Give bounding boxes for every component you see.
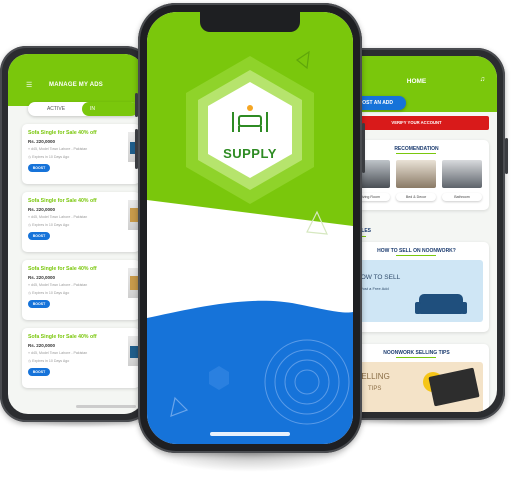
banner-subtitle: TIPS [368, 386, 382, 392]
banner-title: HOW TO SELL [356, 274, 401, 281]
ad-location: ⌖ d45, Model Town Lahore - Pakistan [28, 351, 88, 355]
splash-graphic [147, 50, 353, 444]
ad-card[interactable]: Sofa Single for Sale 40% off Rs. 220,000… [22, 192, 140, 252]
ad-price: Rs. 220,0000 [28, 343, 56, 348]
ad-title: Sofa Single for Sale 40% off [28, 198, 97, 204]
sofa-illustration [415, 294, 467, 314]
page-title: MANAGE MY ADS [49, 82, 103, 88]
divider [396, 255, 436, 256]
clock-icon: ◷ [28, 291, 32, 295]
rec-item-bathroom[interactable]: Bathroom [442, 160, 482, 201]
ad-expiry: ◷ Expires in 10 Days Ago [28, 155, 70, 159]
ad-expiry: ◷ Expires in 10 Days Ago [28, 359, 70, 363]
article-heading: NOONWORK SELLING TIPS [383, 350, 450, 356]
app-logo-text: SUPPLY [223, 146, 277, 161]
article-card[interactable]: NOONWORK SELLING TIPS SELLING TIPS [344, 344, 489, 412]
ad-expiry: ◷ Expires in 10 Days Ago [28, 223, 70, 227]
ad-title: Sofa Single for Sale 40% off [28, 130, 97, 136]
tab-active[interactable]: ACTIVE [28, 102, 84, 116]
location-pin-icon: ⌖ [28, 215, 31, 219]
article-card[interactable]: HOW TO SELL ON NOONWORK? HOW TO SELL Pos… [344, 242, 489, 332]
section-heading: RECOMENDATION [394, 146, 439, 152]
location-pin-icon: ⌖ [28, 351, 31, 355]
triangle-decoration [295, 50, 310, 70]
ad-title: Sofa Single for Sale 40% off [28, 334, 97, 340]
clock-icon: ◷ [28, 155, 32, 159]
clock-icon: ◷ [28, 359, 32, 363]
rec-label: Bed & Decor [396, 193, 436, 201]
center-phone: SUPPLY [135, 3, 365, 453]
power-button [505, 138, 508, 174]
verify-account-button[interactable]: VERIFY YOUR ACCOUNT [344, 116, 489, 130]
lamp-icon [247, 105, 253, 111]
ad-price: Rs. 220,0000 [28, 207, 56, 212]
clock-icon: ◷ [28, 223, 32, 227]
divider [396, 357, 436, 358]
volume-button [135, 129, 138, 169]
ad-expiry: ◷ Expires in 10 Days Ago [28, 291, 70, 295]
bell-icon[interactable]: ♫ [480, 76, 485, 83]
article-banner: SELLING TIPS [350, 362, 483, 412]
boost-button[interactable]: BOOST [28, 232, 50, 240]
notch [200, 12, 300, 32]
boost-button[interactable]: BOOST [28, 300, 50, 308]
article-heading: HOW TO SELL ON NOONWORK? [377, 248, 456, 254]
left-phone: ☰ MANAGE MY ADS IN ACTIVE Sofa Single fo… [0, 46, 152, 422]
ad-location: ⌖ d45, Model Town Lahore - Pakistan [28, 147, 88, 151]
home-indicator [210, 432, 290, 436]
home-indicator [76, 405, 136, 408]
location-pin-icon: ⌖ [28, 283, 31, 287]
location-pin-icon: ⌖ [28, 147, 31, 151]
divider [396, 153, 436, 154]
ad-card[interactable]: Sofa Single for Sale 40% off Rs. 220,000… [22, 124, 140, 184]
rec-label: Bathroom [442, 193, 482, 201]
tab-inactive[interactable]: IN [82, 102, 138, 116]
ad-location: ⌖ d45, Model Town Lahore - Pakistan [28, 283, 88, 287]
power-button [362, 123, 365, 173]
article-banner: HOW TO SELL Post a Free Add [350, 260, 483, 322]
rec-image [442, 160, 482, 188]
boost-button[interactable]: BOOST [28, 164, 50, 172]
ad-location: ⌖ d45, Model Town Lahore - Pakistan [28, 215, 88, 219]
ad-title: Sofa Single for Sale 40% off [28, 266, 97, 272]
ad-price: Rs. 220,0000 [28, 275, 56, 280]
banner-subtitle: Post a Free Add [360, 286, 389, 291]
ad-price: Rs. 220,0000 [28, 139, 56, 144]
ad-card[interactable]: Sofa Single for Sale 40% off Rs. 220,000… [22, 260, 140, 320]
rec-image [396, 160, 436, 188]
boost-button[interactable]: BOOST [28, 368, 50, 376]
volume-button [135, 93, 138, 117]
ad-card[interactable]: Sofa Single for Sale 40% off Rs. 220,000… [22, 328, 140, 388]
recommendation-section: RECOMENDATION Living Room Bed & Decor Ba… [344, 140, 489, 210]
splash-screen: SUPPLY [147, 12, 353, 444]
ads-tabs: IN ACTIVE [28, 102, 138, 116]
rec-item-bed-decor[interactable]: Bed & Decor [396, 160, 436, 201]
manage-ads-screen: ☰ MANAGE MY ADS IN ACTIVE Sofa Single fo… [8, 54, 144, 414]
splash-blue-background [147, 300, 353, 444]
header-bar: ☰ MANAGE MY ADS [8, 54, 144, 106]
